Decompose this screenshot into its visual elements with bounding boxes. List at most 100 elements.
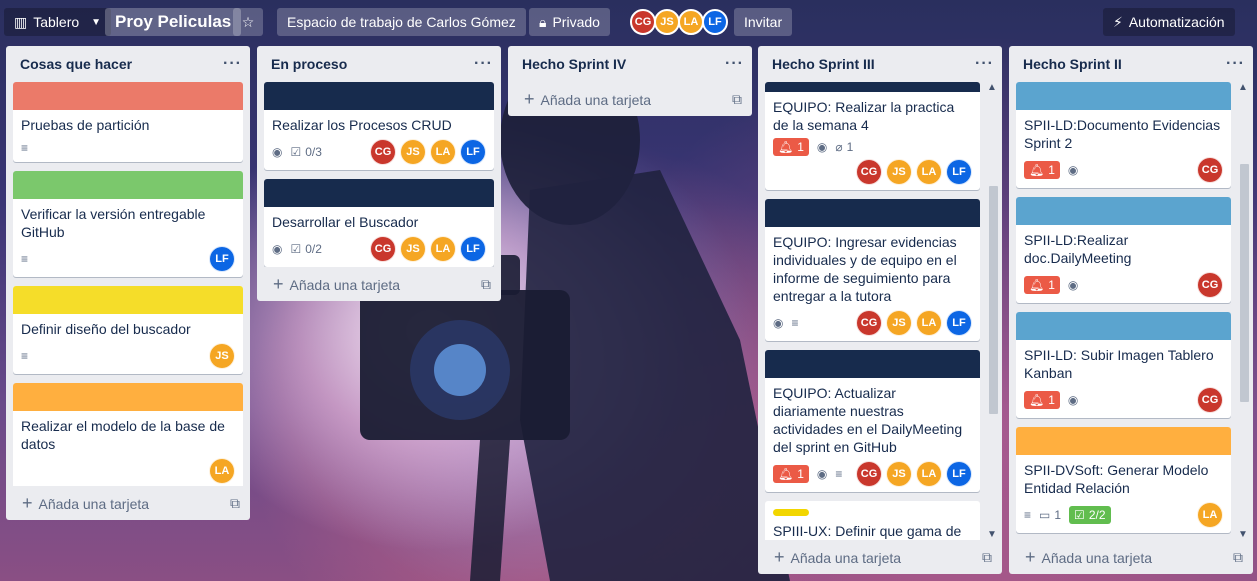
template-icon[interactable]: ⧉: [481, 276, 491, 293]
description-icon: ≡: [835, 467, 843, 481]
avatar[interactable]: LF: [460, 139, 486, 165]
avatar[interactable]: CG: [1197, 157, 1223, 183]
add-card-button[interactable]: + Añada una tarjeta ⧉: [6, 486, 250, 520]
card[interactable]: Realizar el modelo de la base de datos L…: [13, 383, 243, 486]
avatar[interactable]: JS: [886, 310, 912, 336]
star-button[interactable]: ☆: [233, 8, 263, 36]
chevron-up-icon[interactable]: ▲: [987, 82, 997, 93]
card-cover: [1016, 427, 1231, 455]
avatar[interactable]: JS: [209, 343, 235, 369]
avatar[interactable]: LA: [430, 139, 456, 165]
bell-icon: 🔔︎: [778, 140, 794, 154]
board-title[interactable]: Proy Peliculas: [105, 8, 242, 36]
template-icon[interactable]: ⧉: [982, 549, 992, 566]
card[interactable]: EQUIPO: Realizar la practica de la seman…: [765, 82, 980, 190]
card[interactable]: EQUIPO: Ingresar evidencias individuales…: [765, 199, 980, 341]
list-title[interactable]: Hecho Sprint IV: [522, 56, 626, 72]
card[interactable]: SPIII-UX: Definir que gama de colores va…: [765, 501, 980, 540]
workspace-button[interactable]: Espacio de trabajo de Carlos Gómez: [277, 8, 526, 36]
card[interactable]: SPII-DVSoft: Generar Modelo Entidad Rela…: [1016, 427, 1231, 533]
template-icon[interactable]: ⧉: [732, 91, 742, 108]
list-title[interactable]: Cosas que hacer: [20, 56, 132, 72]
avatar[interactable]: LA: [430, 236, 456, 262]
chevron-down-icon[interactable]: ▼: [1238, 529, 1248, 540]
add-card-button[interactable]: + Añada una tarjeta ⧉: [257, 267, 501, 301]
card[interactable]: Pruebas de partición ≡: [13, 82, 243, 162]
avatar[interactable]: JS: [400, 236, 426, 262]
scrollbar[interactable]: ▲ ▼: [1237, 82, 1251, 540]
chevron-up-icon[interactable]: ▲: [1238, 82, 1248, 93]
card[interactable]: Verificar la versión entregable GitHub ≡…: [13, 171, 243, 277]
avatar[interactable]: LA: [209, 458, 235, 484]
add-card-button[interactable]: + Añada una tarjeta ⧉: [508, 82, 752, 116]
avatar[interactable]: CG: [1197, 387, 1223, 413]
avatar[interactable]: CG: [370, 236, 396, 262]
add-card-button[interactable]: + Añada una tarjeta ⧉: [1009, 540, 1253, 574]
avatar[interactable]: LA: [916, 461, 942, 487]
comment-badge: ▭ 1: [1039, 508, 1062, 522]
card-title: Verificar la versión entregable GitHub: [21, 206, 206, 240]
avatar[interactable]: CG: [370, 139, 396, 165]
description-icon: ≡: [21, 349, 29, 363]
card[interactable]: Definir diseño del buscador ≡ JS: [13, 286, 243, 374]
avatar[interactable]: JS: [886, 159, 912, 185]
list-menu-icon[interactable]: ···: [725, 55, 744, 73]
invite-button[interactable]: Invitar: [734, 8, 793, 36]
scrollbar[interactable]: ▲ ▼: [986, 82, 1000, 540]
template-icon[interactable]: ⧉: [1233, 549, 1243, 566]
list-title[interactable]: Hecho Sprint III: [772, 56, 875, 72]
card[interactable]: Realizar los Procesos CRUD ◉ ☑ 0/3 CG JS …: [264, 82, 494, 170]
add-card-button[interactable]: + Añada una tarjeta ⧉: [758, 540, 1002, 574]
avatar[interactable]: LA: [916, 159, 942, 185]
avatar[interactable]: LA: [678, 9, 704, 35]
avatar[interactable]: LF: [946, 461, 972, 487]
watch-icon: ◉: [1067, 393, 1079, 407]
avatar[interactable]: JS: [400, 139, 426, 165]
avatar[interactable]: CG: [856, 310, 882, 336]
avatar[interactable]: LF: [946, 310, 972, 336]
card-list: SPII-LD:Documento Evidencias Sprint 2 🔔︎…: [1009, 82, 1253, 540]
list-menu-icon[interactable]: ···: [975, 55, 994, 73]
avatar[interactable]: LF: [702, 9, 728, 35]
chevron-down-icon[interactable]: ▼: [987, 529, 997, 540]
card[interactable]: Desarrollar el Buscador ◉ ☑ 0/2 CG JS LA …: [264, 179, 494, 267]
avatar[interactable]: LF: [460, 236, 486, 262]
board-view-button[interactable]: ▥ Tablero ▼: [4, 8, 112, 36]
avatar[interactable]: JS: [886, 461, 912, 487]
card[interactable]: SPII-LD:Documento Evidencias Sprint 2 🔔︎…: [1016, 82, 1231, 188]
list-title[interactable]: Hecho Sprint II: [1023, 56, 1122, 72]
card[interactable]: EQUIPO: Actualizar diariamente nuestras …: [765, 350, 980, 492]
card[interactable]: SPII-LD:Realizar doc.DailyMeeting 🔔︎ 1 ◉ …: [1016, 197, 1231, 303]
avatar[interactable]: CG: [856, 461, 882, 487]
lock-icon: 🔒︎: [539, 13, 547, 30]
avatar[interactable]: LA: [916, 310, 942, 336]
avatar[interactable]: LA: [1197, 502, 1223, 528]
checkbox-icon: ☑: [290, 145, 302, 159]
automation-button[interactable]: ⚡︎ Automatización: [1103, 8, 1235, 36]
avatar[interactable]: JS: [654, 9, 680, 35]
list-menu-icon[interactable]: ···: [474, 55, 493, 73]
card[interactable]: SPII-LD: Subir Imagen Tablero Kanban 🔔︎ 1…: [1016, 312, 1231, 418]
list-hecho-sprint-iv: Hecho Sprint IV ··· + Añada una tarjeta ⧉: [508, 46, 752, 116]
avatar[interactable]: CG: [630, 9, 656, 35]
scroll-thumb[interactable]: [1240, 164, 1249, 402]
comment-icon: ▭: [1039, 508, 1051, 522]
card-cover: [264, 179, 494, 207]
template-icon[interactable]: ⧉: [230, 495, 240, 512]
visibility-button[interactable]: 🔒︎ Privado: [529, 8, 610, 36]
avatar[interactable]: CG: [1197, 272, 1223, 298]
list-menu-icon[interactable]: ···: [1226, 55, 1245, 73]
card-list: Realizar los Procesos CRUD ◉ ☑ 0/3 CG JS …: [257, 82, 501, 267]
list-en-proceso: En proceso ··· Realizar los Procesos CRU…: [257, 46, 501, 301]
scroll-thumb[interactable]: [989, 186, 998, 414]
notification-badge: 🔔︎ 1: [1024, 391, 1060, 409]
avatar[interactable]: LF: [209, 246, 235, 272]
plus-icon: +: [1025, 546, 1036, 567]
card-cover: [13, 171, 243, 199]
card-cover: [765, 199, 980, 227]
avatar[interactable]: LF: [946, 159, 972, 185]
avatar[interactable]: CG: [856, 159, 882, 185]
list-title[interactable]: En proceso: [271, 56, 347, 72]
card-list: Pruebas de partición ≡ Verificar la vers…: [6, 82, 250, 486]
list-menu-icon[interactable]: ···: [223, 55, 242, 73]
